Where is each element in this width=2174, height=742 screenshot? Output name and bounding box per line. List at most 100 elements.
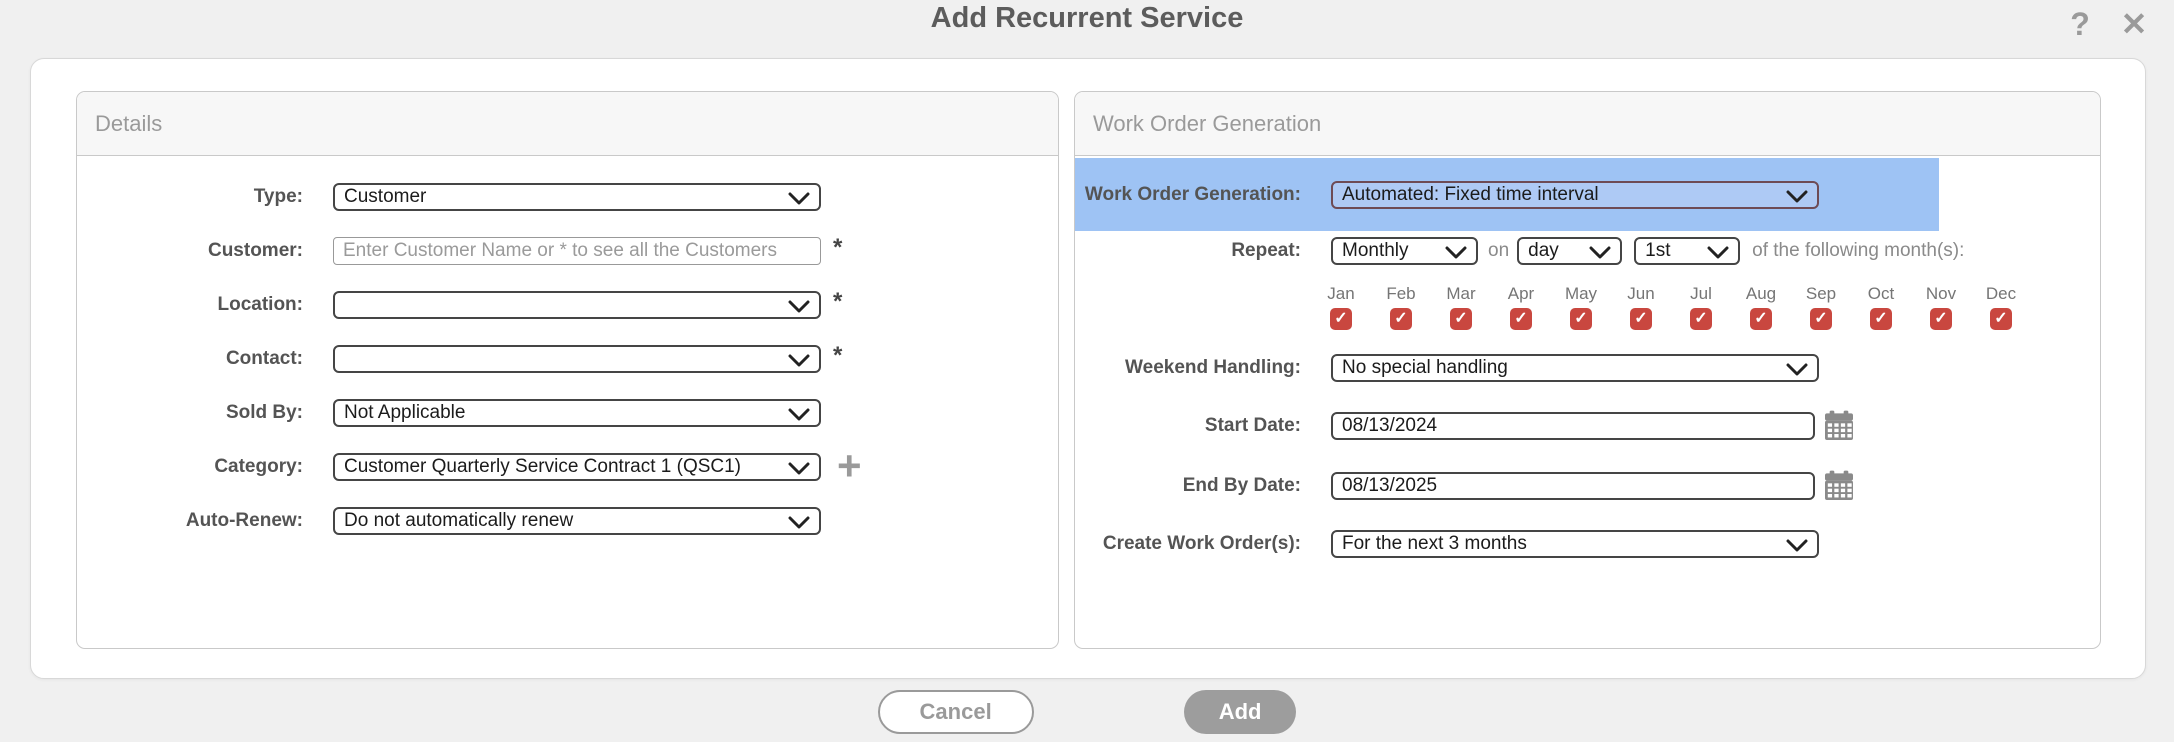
month-apr: Apr ✓ <box>1491 284 1551 330</box>
chevron-down-icon <box>788 354 810 367</box>
repeat-suffix-text: of the following month(s): <box>1752 237 1964 265</box>
month-apr-label: Apr <box>1491 284 1551 304</box>
type-row: Type: Customer <box>77 183 1058 211</box>
wog-highlight-band: Work Order Generation: Automated: Fixed … <box>1075 158 1939 231</box>
sold-by-select[interactable]: Not Applicable <box>333 399 821 427</box>
check-icon: ✓ <box>1574 310 1587 327</box>
month-oct: Oct ✓ <box>1851 284 1911 330</box>
sold-by-select-value: Not Applicable <box>344 401 465 425</box>
month-jan-checkbox[interactable]: ✓ <box>1330 308 1352 330</box>
auto-renew-row: Auto-Renew: Do not automatically renew <box>77 507 1058 535</box>
category-select[interactable]: Customer Quarterly Service Contract 1 (Q… <box>333 453 821 481</box>
chevron-down-icon <box>1707 246 1729 259</box>
month-nov-label: Nov <box>1911 284 1971 304</box>
month-dec-checkbox[interactable]: ✓ <box>1990 308 2012 330</box>
add-button[interactable]: Add <box>1184 690 1297 734</box>
month-apr-checkbox[interactable]: ✓ <box>1510 308 1532 330</box>
month-may-checkbox[interactable]: ✓ <box>1570 308 1592 330</box>
wog-generation-select[interactable]: Automated: Fixed time interval <box>1331 181 1819 209</box>
month-jun-checkbox[interactable]: ✓ <box>1630 308 1652 330</box>
sold-by-row: Sold By: Not Applicable <box>77 399 1058 427</box>
start-date-row: Start Date: <box>1075 410 1855 442</box>
wog-panel-title: Work Order Generation <box>1093 111 1321 137</box>
type-label: Type: <box>77 183 303 211</box>
month-dec-label: Dec <box>1971 284 2031 304</box>
calendar-icon[interactable] <box>1823 470 1855 502</box>
add-category-icon[interactable]: + <box>837 453 862 479</box>
check-icon: ✓ <box>1394 310 1407 327</box>
dialog-footer: Cancel Add <box>0 690 2174 734</box>
repeat-frequency-select[interactable]: Monthly <box>1331 237 1478 265</box>
details-panel: Details Type: Customer Customer: * Locat… <box>76 91 1059 649</box>
customer-input[interactable] <box>333 237 821 265</box>
type-select[interactable]: Customer <box>333 183 821 211</box>
month-feb-checkbox[interactable]: ✓ <box>1390 308 1412 330</box>
end-by-date-row: End By Date: <box>1075 470 1855 502</box>
check-icon: ✓ <box>1634 310 1647 327</box>
chevron-down-icon <box>1786 539 1808 552</box>
month-dec: Dec ✓ <box>1971 284 2031 330</box>
weekend-handling-select[interactable]: No special handling <box>1331 354 1819 382</box>
create-work-orders-select[interactable]: For the next 3 months <box>1331 530 1819 558</box>
month-jun-label: Jun <box>1611 284 1671 304</box>
start-date-input[interactable] <box>1331 412 1815 440</box>
month-aug-checkbox[interactable]: ✓ <box>1750 308 1772 330</box>
end-by-date-label: End By Date: <box>1075 472 1301 500</box>
chevron-down-icon <box>788 300 810 313</box>
start-date-label: Start Date: <box>1075 412 1301 440</box>
month-nov-checkbox[interactable]: ✓ <box>1930 308 1952 330</box>
month-may: May ✓ <box>1551 284 1611 330</box>
repeat-ordinal-select[interactable]: 1st <box>1634 237 1740 265</box>
month-aug-label: Aug <box>1731 284 1791 304</box>
contact-select[interactable] <box>333 345 821 373</box>
help-icon[interactable]: ? <box>2060 4 2100 44</box>
close-icon[interactable]: ✕ <box>2114 4 2154 44</box>
details-panel-title: Details <box>95 111 162 137</box>
chevron-down-icon <box>788 516 810 529</box>
month-oct-checkbox[interactable]: ✓ <box>1870 308 1892 330</box>
month-sep: Sep ✓ <box>1791 284 1851 330</box>
month-jul-checkbox[interactable]: ✓ <box>1690 308 1712 330</box>
check-icon: ✓ <box>1454 310 1467 327</box>
location-select[interactable] <box>333 291 821 319</box>
weekend-handling-row: Weekend Handling: No special handling <box>1075 354 1819 382</box>
cancel-button[interactable]: Cancel <box>878 690 1034 734</box>
month-jul: Jul ✓ <box>1671 284 1731 330</box>
repeat-on-text: on <box>1488 237 1509 265</box>
create-work-orders-label: Create Work Order(s): <box>1075 530 1301 558</box>
details-panel-header: Details <box>77 92 1058 156</box>
auto-renew-select[interactable]: Do not automatically renew <box>333 507 821 535</box>
month-jan: Jan ✓ <box>1311 284 1371 330</box>
check-icon: ✓ <box>1754 310 1767 327</box>
month-sep-label: Sep <box>1791 284 1851 304</box>
wog-generation-select-value: Automated: Fixed time interval <box>1342 183 1599 207</box>
create-work-orders-value: For the next 3 months <box>1342 532 1527 556</box>
calendar-icon[interactable] <box>1823 410 1855 442</box>
category-select-value: Customer Quarterly Service Contract 1 (Q… <box>344 455 741 479</box>
repeat-unit-select[interactable]: day <box>1517 237 1622 265</box>
customer-required-asterisk: * <box>833 237 842 259</box>
wog-panel-header: Work Order Generation <box>1075 92 2100 156</box>
auto-renew-label: Auto-Renew: <box>77 507 303 535</box>
month-sep-checkbox[interactable]: ✓ <box>1810 308 1832 330</box>
weekend-handling-label: Weekend Handling: <box>1075 354 1301 382</box>
location-row: Location: * <box>77 291 1058 319</box>
chevron-down-icon <box>788 462 810 475</box>
month-mar-checkbox[interactable]: ✓ <box>1450 308 1472 330</box>
chevron-down-icon <box>788 408 810 421</box>
month-jan-label: Jan <box>1311 284 1371 304</box>
month-aug: Aug ✓ <box>1731 284 1791 330</box>
month-jul-label: Jul <box>1671 284 1731 304</box>
sold-by-label: Sold By: <box>77 399 303 427</box>
end-by-date-input[interactable] <box>1331 472 1815 500</box>
location-required-asterisk: * <box>833 291 842 313</box>
month-mar-label: Mar <box>1431 284 1491 304</box>
check-icon: ✓ <box>1694 310 1707 327</box>
work-order-generation-panel: Work Order Generation Work Order Generat… <box>1074 91 2101 649</box>
page-title: Add Recurrent Service <box>0 2 2174 35</box>
chevron-down-icon <box>1786 363 1808 376</box>
weekend-handling-value: No special handling <box>1342 356 1508 380</box>
repeat-row: Repeat: Monthly on day 1st of the follow… <box>1075 237 1964 265</box>
month-may-label: May <box>1551 284 1611 304</box>
contact-row: Contact: * <box>77 345 1058 373</box>
